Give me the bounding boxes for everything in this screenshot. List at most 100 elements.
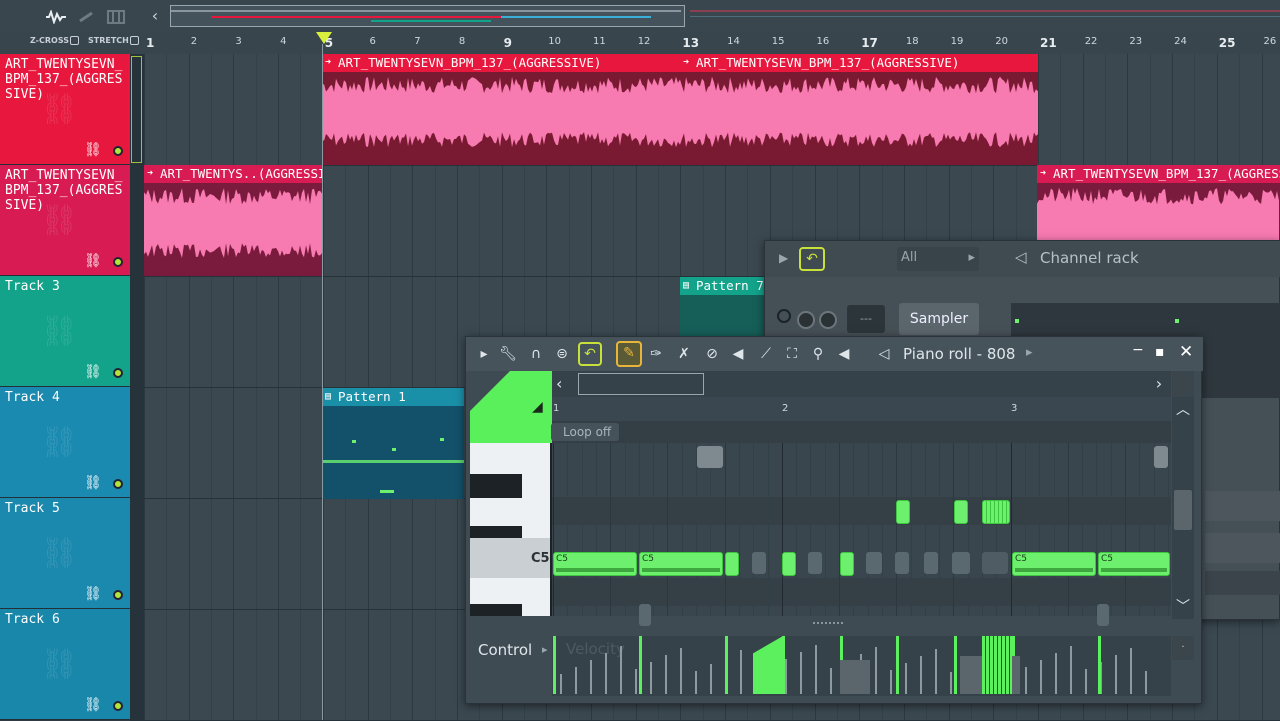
audio-clip[interactable]: ➜ART_TWENTYSEVN_BPM_137_(AGGRESSIVE) <box>1037 165 1280 240</box>
note-c5[interactable]: C5 <box>553 552 637 576</box>
velocity-bar[interactable] <box>1115 655 1117 694</box>
mixer-track-field[interactable]: --- <box>847 305 885 333</box>
track-header[interactable]: ART_TWENTYSEVN_BPM_137_(AGGRESSIVE) ⛓︎ ⛓︎ <box>0 54 130 165</box>
velocity-bar[interactable] <box>680 648 682 694</box>
track-name[interactable]: Track 6 <box>5 612 130 627</box>
playlist-overview[interactable] <box>170 5 685 27</box>
velocity-bar[interactable] <box>590 660 592 694</box>
scroll-thumb[interactable] <box>1174 490 1192 530</box>
minimize-button[interactable]: − <box>1132 342 1144 358</box>
note[interactable] <box>840 552 854 576</box>
velocity-bar[interactable] <box>935 649 937 694</box>
waveform-icon[interactable] <box>44 7 68 27</box>
note-c5[interactable]: C5 <box>1098 552 1170 576</box>
step-buttons[interactable] <box>1205 533 1280 563</box>
pattern-clip[interactable]: ▤ Pattern 1 <box>322 388 464 499</box>
playback-icon[interactable]: ◀ <box>834 344 854 364</box>
play-arrow-icon[interactable]: ▸ <box>474 344 494 364</box>
maximize-button[interactable]: ▪ <box>1155 344 1165 360</box>
piano-icon[interactable] <box>104 7 128 27</box>
track-header[interactable]: ART_TWENTYSEVN_BPM_137_(AGGRESSIVE) ⛓︎ ⛓︎ <box>0 165 130 276</box>
velocity-bar[interactable] <box>950 672 952 694</box>
link-icon[interactable]: ⛓︎ <box>84 364 102 380</box>
note-shape-icon[interactable]: ◢ <box>532 399 543 415</box>
velocity-bar[interactable] <box>665 655 667 694</box>
velocity-bar[interactable] <box>954 636 957 694</box>
slip-icon[interactable]: ⟋ <box>756 344 776 364</box>
channel-button-sampler[interactable]: Sampler <box>899 303 979 335</box>
control-arrow-icon[interactable]: ▸ <box>542 643 548 656</box>
track-name[interactable]: Track 5 <box>5 501 130 516</box>
velocity-bar[interactable] <box>800 652 802 694</box>
undo-icon[interactable]: ↶ <box>799 247 825 271</box>
step-buttons[interactable] <box>1205 491 1280 521</box>
velocity-bar[interactable] <box>1070 646 1072 694</box>
velocity-bar[interactable] <box>1055 653 1057 694</box>
velocity-bar[interactable] <box>553 636 556 694</box>
velocity-bar[interactable] <box>1145 671 1147 694</box>
piano-roll-ruler[interactable] <box>552 397 1171 421</box>
velocity-bar[interactable] <box>890 670 892 694</box>
magnet-icon[interactable]: ∩ <box>526 344 546 364</box>
track-select-marker[interactable] <box>131 56 142 163</box>
track-header[interactable]: Track 5 ⛓︎ ⛓︎ <box>0 498 130 609</box>
audio-clip[interactable]: ➜ART_TWENTYS..(AGGRESSIVE) <box>144 165 322 276</box>
play-arrow-icon[interactable]: ▶ <box>779 251 788 265</box>
scroll-left-icon[interactable]: ‹ <box>556 374 562 393</box>
mute-tool-icon[interactable]: ⊘ <box>702 344 722 364</box>
track-mute-led[interactable] <box>113 479 123 489</box>
zoom-icon[interactable]: ⚲ <box>808 344 828 364</box>
velocity-bar[interactable] <box>639 636 642 694</box>
velocity-bar[interactable] <box>620 646 622 694</box>
scroll-left-icon[interactable]: ‹ <box>146 6 164 26</box>
velocity-bar[interactable] <box>575 667 577 694</box>
slice-icon[interactable]: ◀ <box>728 344 748 364</box>
stretch-checkbox[interactable] <box>129 36 139 45</box>
pan-knob[interactable] <box>797 311 815 329</box>
control-label[interactable]: Control <box>478 641 532 659</box>
channel-led[interactable] <box>777 309 791 323</box>
velocity-bar[interactable] <box>830 668 832 694</box>
snap-icon[interactable]: ⊜ <box>552 344 572 364</box>
velocity-bar[interactable] <box>605 653 607 694</box>
note[interactable] <box>725 552 739 576</box>
chain-icon[interactable] <box>74 7 98 27</box>
volume-knob[interactable] <box>819 311 837 329</box>
velocity-bar[interactable] <box>896 636 899 694</box>
zcross-toggle[interactable]: Z-CROSS <box>30 36 79 45</box>
scroll-down-icon[interactable]: ﹀ <box>1176 596 1190 616</box>
link-icon[interactable]: ⛓︎ <box>84 142 102 158</box>
track-header[interactable]: Track 4 ⛓︎ ⛓︎ <box>0 387 130 498</box>
velocity-bar[interactable] <box>695 671 697 694</box>
link-icon[interactable]: ⛓︎ <box>84 253 102 269</box>
black-key[interactable] <box>470 604 522 616</box>
track-mute-led[interactable] <box>113 146 123 156</box>
loop-toggle[interactable]: Loop off <box>551 423 619 441</box>
playhead-marker[interactable] <box>316 32 332 44</box>
overview-window[interactable] <box>578 373 704 395</box>
link-icon[interactable]: ⛓︎ <box>84 697 102 713</box>
velocity-bar[interactable] <box>635 669 637 694</box>
stretch-toggle[interactable]: STRETCH <box>88 36 139 45</box>
note[interactable] <box>896 500 910 524</box>
resize-handle[interactable] <box>813 622 843 626</box>
link-icon[interactable]: ⛓︎ <box>84 475 102 491</box>
audio-clip[interactable]: ➜ ART_TWENTYSEVN_BPM_137_(AGGRESSIVE) ➜ AR… <box>322 54 1038 165</box>
track-mute-led[interactable] <box>113 701 123 711</box>
filter-dropdown[interactable]: All ▸ <box>897 247 979 271</box>
speaker-icon[interactable]: ◁ <box>874 344 894 364</box>
velocity-bar[interactable] <box>920 656 922 694</box>
velocity-bar[interactable] <box>740 650 742 694</box>
velocity-bar[interactable] <box>1040 660 1042 694</box>
track-mute-led[interactable] <box>113 368 123 378</box>
select-icon[interactable]: ⛶ <box>782 344 802 364</box>
track-name[interactable]: Track 4 <box>5 390 130 405</box>
pencil-icon[interactable]: ✎ <box>616 341 642 367</box>
note[interactable] <box>954 500 968 524</box>
scroll-up-icon[interactable]: ︿ <box>1176 399 1190 419</box>
velocity-bar[interactable] <box>905 663 907 694</box>
note[interactable] <box>782 552 796 576</box>
velocity-bar[interactable] <box>815 645 817 694</box>
loop-bar[interactable] <box>552 421 1171 443</box>
velocity-bar[interactable] <box>1130 648 1132 694</box>
